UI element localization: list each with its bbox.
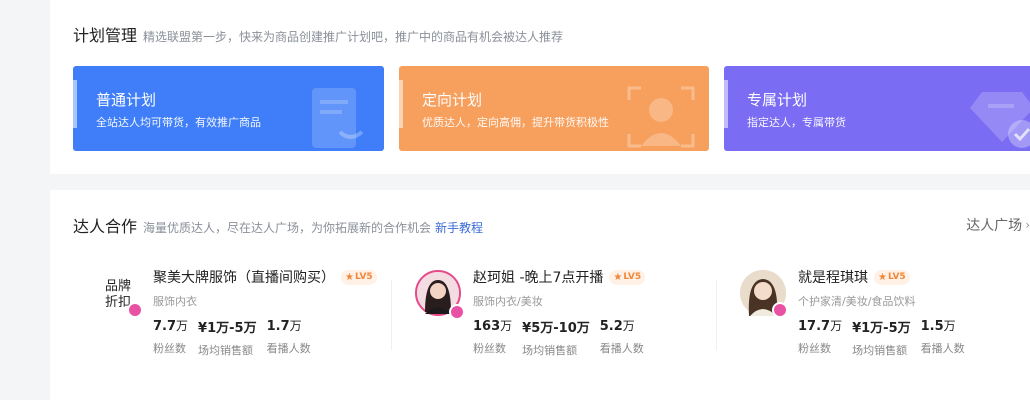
stat-viewers: 1.5万 看播人数	[920, 319, 965, 355]
avatar[interactable]	[740, 270, 788, 318]
kol-card[interactable]: 就是程琪琪 ★ LV5 个护家清/美妆/食品饮料 17.7万 粉丝数 ¥1万-5万…	[716, 267, 1030, 360]
level-badge: ★ LV5	[341, 269, 377, 285]
kol-stats: 7.7万 粉丝数 ¥1万-5万 场均销售额 1.7万 看播人数	[153, 317, 321, 358]
search-badge-icon	[772, 302, 788, 318]
plan-card-title: 定向计划	[422, 91, 483, 109]
kol-section-desc: 海量优质达人，尽在达人广场，为你拓展新的合作机会	[143, 221, 432, 235]
kol-cooperation-panel: 达人合作 海量优质达人，尽在达人广场，为你拓展新的合作机会 新手教程 达人广场 …	[50, 190, 1030, 400]
plan-card-subtitle: 指定达人，专属带货	[747, 116, 846, 129]
kol-card[interactable]: 品牌 折扣 聚美大牌服饰（直播间购买） ★ LV5 服饰内衣 7.7万 粉丝数 ¥…	[95, 267, 415, 360]
plan-management-panel: 计划管理 精选联盟第一步，快来为商品创建推广计划吧，推广中的商品有机会被达人推荐…	[50, 0, 1030, 174]
star-icon: ★	[878, 271, 887, 283]
plan-section-desc: 精选联盟第一步，快来为商品创建推广计划吧，推广中的商品有机会被达人推荐	[143, 30, 564, 44]
stat-sales: ¥5万-10万 场均销售额	[522, 321, 590, 357]
kol-list: 品牌 折扣 聚美大牌服饰（直播间购买） ★ LV5 服饰内衣 7.7万 粉丝数 ¥…	[95, 267, 1030, 370]
person-target-icon	[627, 86, 695, 148]
kol-card[interactable]: 赵珂姐 -晚上7点开播 ★ LV5 服饰内衣/美妆 163万 粉丝数 ¥5万-10…	[391, 267, 735, 360]
plan-card-targeted[interactable]: 定向计划 优质达人，定向高佣，提升带货积极性	[399, 66, 709, 151]
plan-card-title: 普通计划	[96, 91, 157, 109]
kol-stats: 163万 粉丝数 ¥5万-10万 场均销售额 5.2万 看播人数	[473, 317, 654, 358]
kol-category: 个护家清/美妆/食品饮料	[798, 295, 916, 308]
kol-section-title: 达人合作	[73, 217, 138, 236]
plan-card-normal[interactable]: 普通计划 全站达人均可带货，有效推广商品	[73, 66, 384, 151]
svg-text:品牌: 品牌	[105, 278, 131, 294]
kol-stats: 17.7万 粉丝数 ¥1万-5万 场均销售额 1.5万 看播人数	[798, 317, 975, 358]
search-badge-icon	[127, 302, 143, 318]
level-badge: ★ LV5	[874, 269, 910, 285]
kol-name[interactable]: 就是程琪琪	[798, 267, 868, 287]
card-accent-bar	[399, 80, 403, 128]
plan-section-title: 计划管理	[73, 26, 138, 45]
stat-sales: ¥1万-5万 场均销售额	[198, 321, 257, 357]
document-icon	[312, 88, 364, 148]
kol-name[interactable]: 赵珂姐 -晚上7点开播	[473, 267, 603, 287]
search-badge-icon	[449, 304, 465, 320]
avatar[interactable]	[415, 270, 465, 320]
plan-card-subtitle: 全站达人均可带货，有效推广商品	[96, 116, 261, 129]
kol-category: 服饰内衣	[153, 295, 197, 308]
kol-square-label: 达人广场	[966, 218, 1023, 234]
chevron-right-icon: ›	[1025, 218, 1030, 232]
stat-viewers: 5.2万 看播人数	[599, 319, 644, 355]
stat-viewers: 1.7万 看播人数	[266, 319, 311, 355]
plan-card-title: 专属计划	[747, 91, 808, 109]
avatar[interactable]: 品牌 折扣	[95, 270, 143, 318]
plan-card-subtitle: 优质达人，定向高佣，提升带货积极性	[422, 116, 609, 129]
star-icon: ★	[613, 271, 623, 283]
kol-square-link[interactable]: 达人广场 ›	[966, 215, 1030, 235]
stat-fans: 163万 粉丝数	[473, 319, 513, 355]
card-accent-bar	[73, 80, 77, 128]
diamond-check-icon	[970, 92, 1030, 148]
kol-section-header: 达人合作 海量优质达人，尽在达人广场，为你拓展新的合作机会 新手教程	[73, 213, 483, 237]
stat-sales: ¥1万-5万 场均销售额	[852, 321, 911, 357]
kol-name-row: 就是程琪琪 ★ LV5	[798, 267, 910, 287]
kol-name-row: 赵珂姐 -晚上7点开播 ★ LV5	[473, 267, 646, 287]
star-icon: ★	[345, 271, 354, 283]
stat-fans: 17.7万 粉丝数	[798, 319, 843, 355]
kol-name[interactable]: 聚美大牌服饰（直播间购买）	[153, 267, 335, 287]
stat-fans: 7.7万 粉丝数	[153, 319, 189, 355]
level-badge: ★ LV5	[609, 269, 646, 285]
kol-category: 服饰内衣/美妆	[473, 295, 543, 308]
card-accent-bar	[724, 80, 728, 128]
plan-card-exclusive[interactable]: 专属计划 指定达人，专属带货	[724, 66, 1030, 151]
kol-name-row: 聚美大牌服饰（直播间购买） ★ LV5	[153, 267, 377, 287]
tutorial-link[interactable]: 新手教程	[435, 219, 483, 236]
plan-section-header: 计划管理 精选联盟第一步，快来为商品创建推广计划吧，推广中的商品有机会被达人推荐	[73, 22, 563, 46]
